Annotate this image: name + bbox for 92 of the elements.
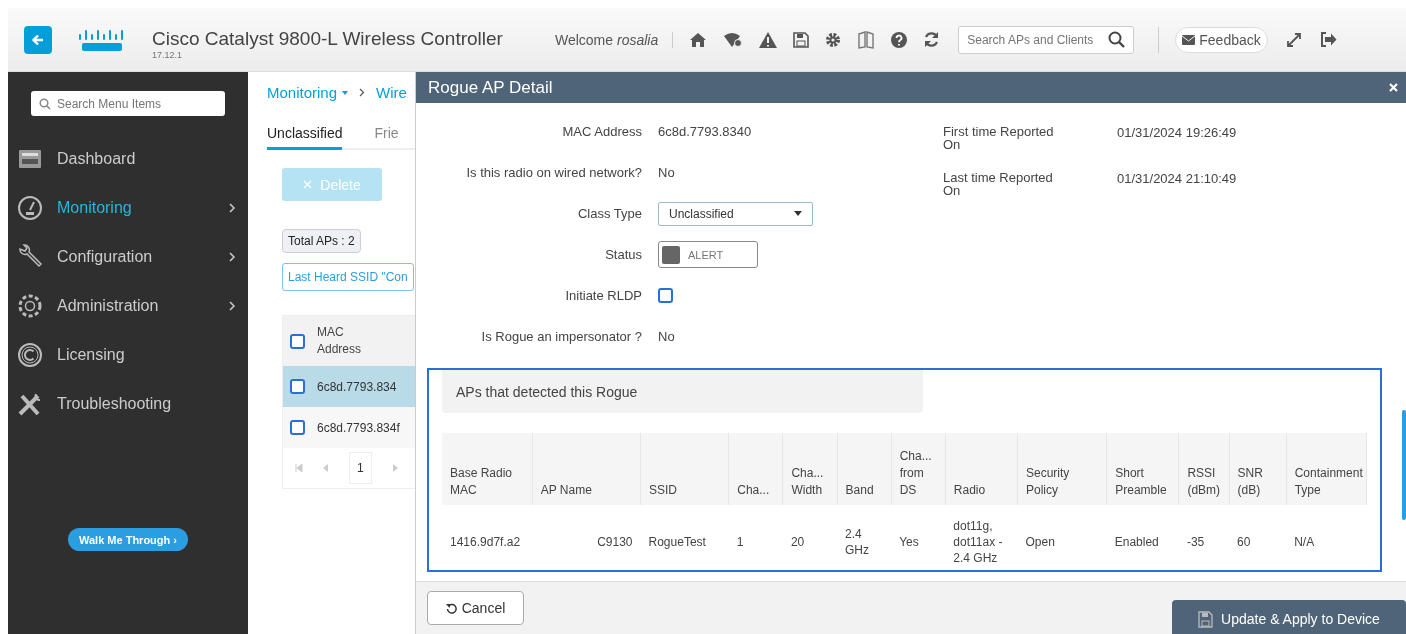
search-icon[interactable]	[1108, 31, 1126, 48]
table-cell: 1416.9d7f.a2	[442, 505, 533, 570]
warning-icon[interactable]	[759, 31, 778, 48]
field-label: Initiate RLDP	[564, 288, 642, 303]
nav-item[interactable]: Administration	[8, 281, 248, 330]
menu-search-box[interactable]: Search Menu Items	[31, 91, 225, 116]
nav-item[interactable]: Troubleshooting	[8, 379, 248, 428]
column-header: Short Preamble	[1106, 433, 1179, 505]
column-header: Containment Type	[1286, 433, 1367, 505]
search-field[interactable]: Search APs and Clients	[967, 27, 1109, 52]
table-cell: N/A	[1286, 505, 1367, 570]
book-icon[interactable]	[857, 30, 876, 49]
panel-title: Rogue AP Detail	[428, 77, 553, 98]
help-icon[interactable]	[891, 31, 908, 48]
user-name: rosalia	[617, 31, 674, 48]
nav-item[interactable]: Dashboard	[8, 134, 248, 183]
table-cell: 2.4 GHz	[837, 505, 892, 570]
column-header: SSID	[640, 433, 729, 505]
expand-icon[interactable]	[1285, 31, 1302, 48]
cancel-button[interactable]: Cancel	[427, 591, 524, 625]
tab[interactable]: Frie	[374, 125, 399, 148]
table-cell: Yes	[891, 505, 946, 570]
column-header: Radio	[945, 433, 1018, 505]
welcome-text: Welcome	[554, 31, 613, 48]
table-cell: -35	[1178, 505, 1230, 570]
field-value: No	[658, 165, 675, 180]
table-cell: Open	[1017, 505, 1107, 570]
caret-icon	[794, 211, 802, 216]
column-header: RSSI (dBm)	[1178, 433, 1230, 505]
back-button[interactable]	[24, 25, 52, 54]
version-label: 17.12.1	[152, 49, 184, 60]
checkbox[interactable]	[290, 420, 305, 435]
search-box[interactable]: Search APs and Clients	[958, 25, 1135, 54]
checkbox[interactable]	[290, 379, 305, 394]
table-cell: 1	[728, 505, 783, 570]
field-value: 01/31/2024 21:10:49	[1117, 171, 1237, 188]
class-type-dropdown[interactable]: Unclassified	[658, 201, 813, 226]
app-title: Cisco Catalyst 9800-L Wireless Controller	[152, 27, 503, 50]
back-arrow-icon	[31, 32, 45, 47]
field-label: Status	[604, 247, 642, 262]
close-icon	[303, 180, 313, 189]
home-icon[interactable]	[689, 31, 708, 48]
checkbox[interactable]	[290, 333, 305, 349]
field-value: 6c8d.7793.8340	[658, 124, 752, 139]
caret-icon	[342, 90, 349, 95]
envelope-icon	[1182, 34, 1196, 45]
search-icon	[39, 97, 51, 110]
field-label: Class Type	[576, 206, 642, 221]
column-header: MAC Address	[317, 324, 363, 358]
table-cell: Enabled	[1106, 505, 1179, 570]
total-count-badge: Total APs : 2	[282, 229, 361, 253]
column-header: Cha...	[728, 433, 783, 505]
refresh-icon[interactable]	[923, 31, 941, 48]
nav-item[interactable]: Configuration	[8, 232, 248, 281]
column-header: Cha... Width	[782, 433, 838, 505]
field-label: Is Rogue an impersonator ?	[480, 329, 642, 344]
nav-item[interactable]: Monitoring	[8, 183, 248, 232]
field-value: No	[658, 329, 675, 344]
tab[interactable]: Unclassified	[267, 125, 343, 150]
table-cell: 20	[782, 505, 838, 570]
column-header: Security Policy	[1017, 433, 1107, 505]
field-label: First time Reported On	[943, 125, 1055, 151]
column-header: AP Name	[532, 433, 641, 505]
feedback-button[interactable]: Feedback	[1175, 26, 1268, 53]
column-header: SNR (dB)	[1229, 433, 1287, 505]
column-header: Base Radio MAC	[442, 433, 533, 505]
scrollbar[interactable]	[1402, 410, 1406, 520]
field-label: MAC Address	[561, 124, 642, 139]
table-cell: dot11g, dot11ax - 2.4 GHz	[945, 505, 1018, 570]
copyright-icon	[16, 340, 44, 369]
nav-item[interactable]: Licensing	[8, 330, 248, 379]
chevron-icon	[359, 88, 366, 97]
table-row[interactable]: 6c8d.7793.834f	[283, 407, 433, 448]
section-title: APs that detected this Rogue	[456, 383, 638, 400]
column-header: Band	[837, 433, 892, 505]
field-label: Is this radio on wired network?	[465, 165, 642, 180]
field-value: 01/31/2024 19:26:49	[1117, 125, 1237, 142]
table-cell: 60	[1229, 505, 1287, 570]
update-apply-button[interactable]: Update & Apply to Device	[1172, 600, 1406, 634]
logout-icon[interactable]	[1319, 32, 1337, 47]
table-cell: C9130	[532, 505, 641, 570]
field-label: Last time Reported On	[943, 171, 1054, 197]
page-number[interactable]: 1	[349, 452, 372, 484]
column-header: Cha... from DS	[891, 433, 946, 505]
checkbox[interactable]	[658, 288, 673, 303]
save-icon[interactable]	[793, 31, 810, 48]
table-cell: RogueTest	[640, 505, 729, 570]
gauge-icon	[16, 193, 44, 222]
close-icon[interactable]	[1389, 83, 1398, 92]
save-icon	[1198, 610, 1214, 628]
undo-icon	[445, 602, 457, 614]
status-toggle[interactable]: ALERT	[658, 241, 758, 268]
